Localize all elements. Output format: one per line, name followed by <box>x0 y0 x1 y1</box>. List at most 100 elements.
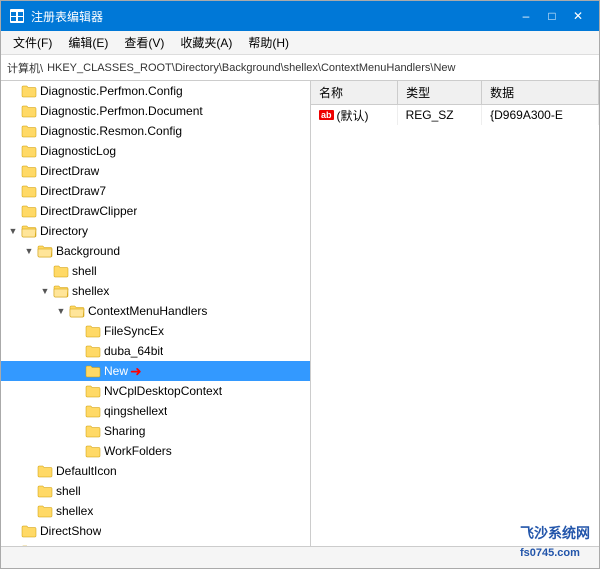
tree-item[interactable]: ▶ Diagnostic.Perfmon.Document <box>1 101 310 121</box>
tree-item-label: Diagnostic.Resmon.Config <box>40 124 182 138</box>
folder-icon <box>53 284 69 298</box>
tree-item-label: New <box>104 364 128 378</box>
tree-item[interactable]: ▶ Diagnostic.Perfmon.Config <box>1 81 310 101</box>
folder-icon <box>21 164 37 178</box>
folder-icon <box>85 344 101 358</box>
tree-item-label: DefaultIcon <box>56 464 117 478</box>
tree-item-label: NvCplDesktopContext <box>104 384 222 398</box>
reg-type: REG_SZ <box>398 105 482 126</box>
folder-icon <box>21 124 37 138</box>
registry-table: 名称 类型 数据 ab (默认) REG_SZ {D969A300-E <box>311 81 599 125</box>
tree-item[interactable]: ▼ shellex <box>1 281 310 301</box>
tree-item-label: DirectDrawClipper <box>40 204 137 218</box>
tree-item-label: Sharing <box>104 424 145 438</box>
tree-item[interactable]: ▶ New➜ <box>1 361 310 381</box>
col-name[interactable]: 名称 <box>311 81 398 105</box>
col-data[interactable]: 数据 <box>482 81 599 105</box>
tree-item-label: shell <box>56 484 81 498</box>
right-panel[interactable]: 名称 类型 数据 ab (默认) REG_SZ {D969A300-E <box>311 81 599 546</box>
folder-icon <box>37 464 53 478</box>
tree-item[interactable]: ▶ DiagnosticLog <box>1 141 310 161</box>
folder-icon <box>21 224 37 238</box>
tree-item[interactable]: ▶ Sharing <box>1 421 310 441</box>
folder-icon <box>85 364 101 378</box>
tree-item[interactable]: ▶ DefaultIcon <box>1 461 310 481</box>
tree-item[interactable]: ▶ Diagnostic.Resmon.Config <box>1 121 310 141</box>
left-panel[interactable]: ▶ Diagnostic.Perfmon.Config ▶ Diagnostic… <box>1 81 311 546</box>
menu-view[interactable]: 查看(V) <box>116 32 172 53</box>
tree-item[interactable]: ▶ duba_64bit <box>1 341 310 361</box>
tree-item[interactable]: ▶ qingshellext <box>1 401 310 421</box>
registry-editor-window: 注册表编辑器 – □ ✕ 文件(F) 编辑(E) 查看(V) 收藏夹(A) 帮助… <box>0 0 600 569</box>
window-title: 注册表编辑器 <box>31 8 103 25</box>
table-row[interactable]: ab (默认) REG_SZ {D969A300-E <box>311 105 599 126</box>
tree-item-label: shellex <box>56 504 93 518</box>
tree-item[interactable]: ▶ DirectDrawClipper <box>1 201 310 221</box>
folder-icon <box>21 204 37 218</box>
tree-item-label: DirectDraw7 <box>40 184 106 198</box>
folder-icon <box>37 504 53 518</box>
tree-item[interactable]: ▶ DirectXFile <box>1 541 310 546</box>
tree-item-label: shellex <box>72 284 109 298</box>
folder-icon <box>85 424 101 438</box>
menu-edit[interactable]: 编辑(E) <box>60 32 116 53</box>
expand-btn[interactable]: ▼ <box>5 223 21 239</box>
expand-btn[interactable]: ▼ <box>53 303 69 319</box>
tree-item[interactable]: ▶ shellex <box>1 501 310 521</box>
folder-icon <box>85 404 101 418</box>
tree-item-label: Background <box>56 244 120 258</box>
tree-item[interactable]: ▶ DirectShow <box>1 521 310 541</box>
folder-icon <box>21 144 37 158</box>
tree-item[interactable]: ▶ FileSyncEx <box>1 321 310 341</box>
folder-icon <box>21 544 37 546</box>
expand-btn[interactable]: ▼ <box>21 243 37 259</box>
folder-icon <box>85 324 101 338</box>
reg-data: {D969A300-E <box>482 105 599 126</box>
maximize-button[interactable]: □ <box>539 3 565 29</box>
menu-favorites[interactable]: 收藏夹(A) <box>172 32 240 53</box>
folder-icon <box>53 264 69 278</box>
tree-item-label: DirectShow <box>40 524 101 538</box>
address-value: HKEY_CLASSES_ROOT\Directory\Background\s… <box>47 62 593 74</box>
tree-item-label: Directory <box>40 224 88 238</box>
tree-item-label: WorkFolders <box>104 444 172 458</box>
folder-icon <box>37 484 53 498</box>
menu-file[interactable]: 文件(F) <box>5 32 60 53</box>
tree-item[interactable]: ▶ shell <box>1 481 310 501</box>
close-button[interactable]: ✕ <box>565 3 591 29</box>
tree-item[interactable]: ▶ DirectDraw <box>1 161 310 181</box>
watermark: 飞沙系统网 fs0745.com <box>520 523 590 559</box>
app-icon <box>9 8 25 24</box>
tree-item[interactable]: ▼ ContextMenuHandlers <box>1 301 310 321</box>
menu-help[interactable]: 帮助(H) <box>240 32 297 53</box>
title-bar-left: 注册表编辑器 <box>9 8 103 25</box>
tree-item[interactable]: ▼ Directory <box>1 221 310 241</box>
folder-icon <box>21 104 37 118</box>
tree-item-label: ContextMenuHandlers <box>88 304 207 318</box>
arrow-indicator: ➜ <box>130 363 142 379</box>
tree-item[interactable]: ▶ DirectDraw7 <box>1 181 310 201</box>
tree-item-label: Diagnostic.Perfmon.Config <box>40 84 183 98</box>
tree-item[interactable]: ▶ shell <box>1 261 310 281</box>
tree-item[interactable]: ▼ Background <box>1 241 310 261</box>
ab-icon: ab <box>319 110 334 120</box>
menu-bar: 文件(F) 编辑(E) 查看(V) 收藏夹(A) 帮助(H) <box>1 31 599 55</box>
expand-btn[interactable]: ▼ <box>37 283 53 299</box>
tree-item-label: DirectXFile <box>40 544 99 546</box>
title-bar: 注册表编辑器 – □ ✕ <box>1 1 599 31</box>
tree-item-label: duba_64bit <box>104 344 163 358</box>
folder-icon <box>21 84 37 98</box>
tree-item-label: DiagnosticLog <box>40 144 116 158</box>
folder-icon <box>37 244 53 258</box>
tree-item-label: DirectDraw <box>40 164 99 178</box>
tree-item[interactable]: ▶ NvCplDesktopContext <box>1 381 310 401</box>
minimize-button[interactable]: – <box>513 3 539 29</box>
title-controls: – □ ✕ <box>513 3 591 29</box>
tree-item[interactable]: ▶ WorkFolders <box>1 441 310 461</box>
col-type[interactable]: 类型 <box>398 81 482 105</box>
address-bar: 计算机\ HKEY_CLASSES_ROOT\Directory\Backgro… <box>1 55 599 81</box>
folder-icon <box>85 444 101 458</box>
folder-icon <box>21 524 37 538</box>
main-content: ▶ Diagnostic.Perfmon.Config ▶ Diagnostic… <box>1 81 599 546</box>
tree-item-label: shell <box>72 264 97 278</box>
